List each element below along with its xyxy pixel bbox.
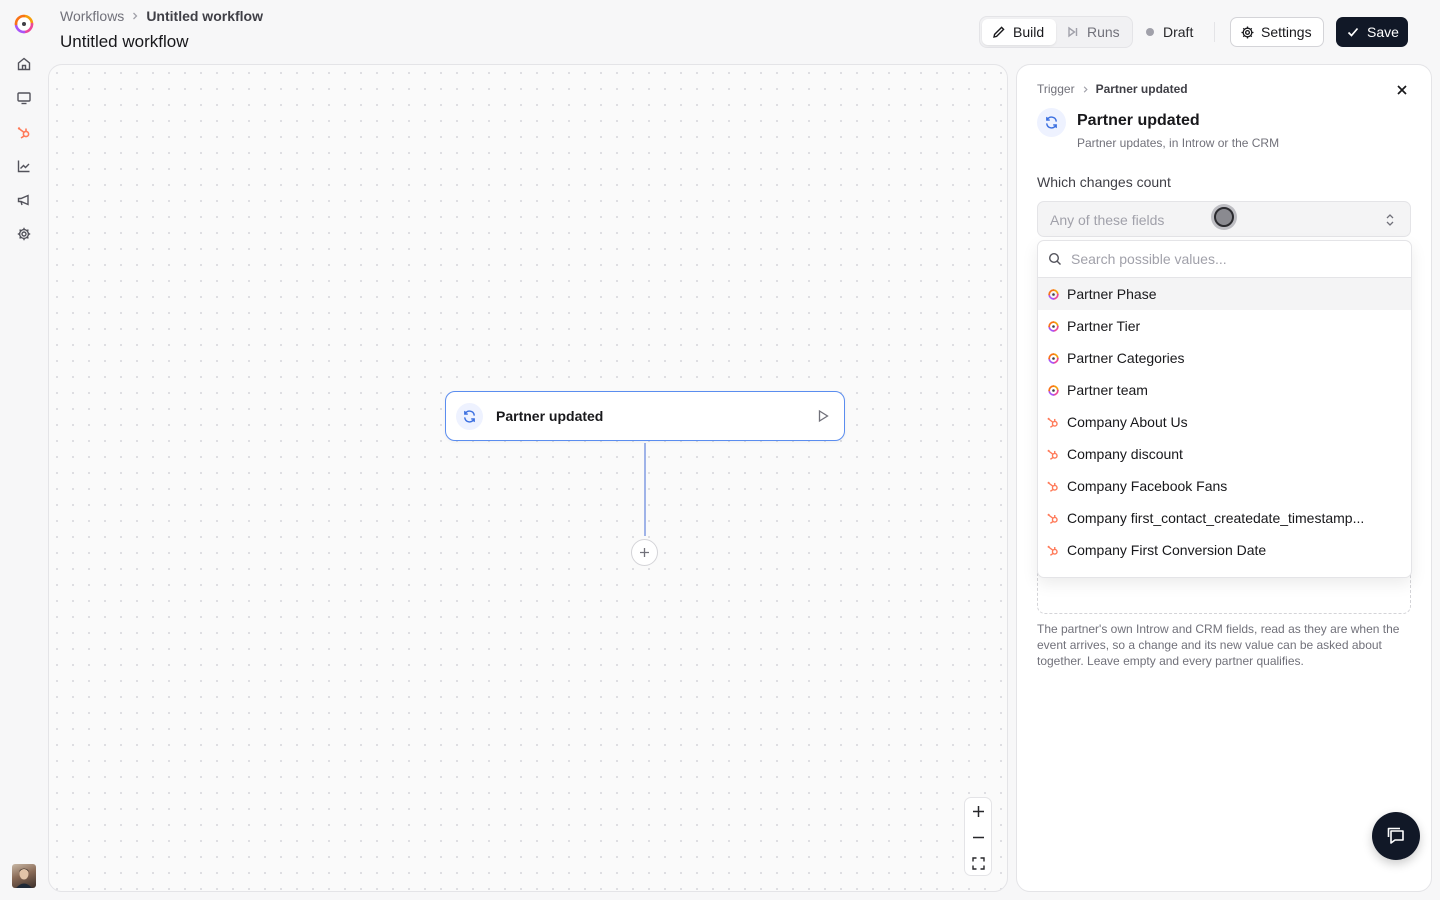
introw-logo-icon xyxy=(1046,351,1060,365)
dropdown-option[interactable]: Company first_contact_createdate_timesta… xyxy=(1038,502,1411,534)
field-label: Which changes count xyxy=(1037,174,1171,190)
save-button[interactable]: Save xyxy=(1336,17,1408,47)
gear-icon[interactable] xyxy=(16,226,32,242)
trigger-node-label: Partner updated xyxy=(496,408,604,424)
app-logo[interactable] xyxy=(12,12,36,36)
page-title[interactable]: Untitled workflow xyxy=(60,32,189,52)
check-icon xyxy=(1346,25,1360,39)
toolbar-divider xyxy=(1214,22,1215,42)
node-connector xyxy=(644,443,646,536)
fields-select-placeholder: Any of these fields xyxy=(1050,212,1165,228)
help-text: The partner's own Introw and CRM fields,… xyxy=(1037,622,1400,668)
status-badge: Draft xyxy=(1146,24,1193,40)
hubspot-icon xyxy=(1046,447,1060,461)
chat-button[interactable] xyxy=(1372,812,1420,860)
panel-title: Partner updated xyxy=(1077,112,1200,129)
dropdown-option[interactable]: Partner Tier xyxy=(1038,310,1411,342)
zoom-controls xyxy=(964,797,992,876)
panel-breadcrumb-trigger[interactable]: Trigger xyxy=(1037,82,1075,96)
step-forward-icon xyxy=(1066,25,1080,39)
breadcrumb-workflows[interactable]: Workflows xyxy=(60,8,124,24)
dropdown-option[interactable]: Company Facebook Fans xyxy=(1038,470,1411,502)
user-avatar[interactable] xyxy=(12,864,36,888)
introw-logo-icon xyxy=(1046,319,1060,333)
dropdown-option-label: Company discount xyxy=(1067,446,1183,462)
dropdown-option-label: Partner Phase xyxy=(1067,286,1157,302)
settings-button[interactable]: Settings xyxy=(1230,17,1324,47)
dropdown-option-label: Company First Conversion Date xyxy=(1067,542,1267,558)
dropdown-option[interactable]: Company First Conversion xyxy=(1038,566,1411,577)
settings-label: Settings xyxy=(1261,24,1312,40)
chat-icon xyxy=(1385,825,1407,847)
dropdown-option-label: Company Facebook Fans xyxy=(1067,478,1228,494)
hubspot-icon xyxy=(1046,575,1060,577)
fit-view-button[interactable] xyxy=(965,850,991,876)
left-rail xyxy=(0,0,48,900)
introw-logo-icon xyxy=(1046,383,1060,397)
hubspot-icon[interactable] xyxy=(16,124,32,140)
panel-breadcrumb-current: Partner updated xyxy=(1095,82,1188,96)
tab-build[interactable]: Build xyxy=(982,19,1056,45)
dropdown-option[interactable]: Partner team xyxy=(1038,374,1411,406)
dropdown-option-label: Partner team xyxy=(1067,382,1148,398)
dropdown-option-label: Partner Categories xyxy=(1067,350,1185,366)
hubspot-icon xyxy=(1046,415,1060,429)
zoom-out-button[interactable] xyxy=(965,824,991,850)
workflow-canvas[interactable]: Partner updated xyxy=(48,64,1008,892)
pointer-cursor-icon xyxy=(1211,204,1237,230)
monitor-icon[interactable] xyxy=(16,90,32,106)
hubspot-icon xyxy=(1046,479,1060,493)
dropdown-option-label: Company First Conversion xyxy=(1067,574,1233,577)
dropdown-option[interactable]: Company First Conversion Date xyxy=(1038,534,1411,566)
status-dot-icon xyxy=(1146,28,1154,36)
dropdown-option-label: Company About Us xyxy=(1067,414,1188,430)
play-icon[interactable] xyxy=(816,409,830,423)
refresh-icon xyxy=(1037,108,1066,137)
breadcrumb: Workflows Untitled workflow xyxy=(60,8,263,24)
search-input[interactable] xyxy=(1071,251,1391,267)
tab-runs[interactable]: Runs xyxy=(1066,19,1120,45)
trigger-node[interactable]: Partner updated xyxy=(445,391,845,441)
search-icon xyxy=(1048,252,1062,266)
chart-icon[interactable] xyxy=(16,158,32,174)
introw-logo-icon xyxy=(1046,287,1060,301)
dropdown-option[interactable]: Company discount xyxy=(1038,438,1411,470)
hubspot-icon xyxy=(1046,543,1060,557)
tab-build-label: Build xyxy=(1013,24,1045,40)
breadcrumb-current: Untitled workflow xyxy=(146,8,263,24)
pencil-icon xyxy=(992,25,1006,39)
save-label: Save xyxy=(1367,24,1399,40)
dropdown-option-label: Partner Tier xyxy=(1067,318,1141,334)
refresh-icon xyxy=(456,403,483,430)
panel-breadcrumb: Trigger Partner updated xyxy=(1037,82,1188,96)
tab-runs-label: Runs xyxy=(1087,24,1120,40)
close-icon[interactable] xyxy=(1395,83,1409,97)
dropdown-option[interactable]: Partner Categories xyxy=(1038,342,1411,374)
fields-dropdown: Partner Phase Partner Tier Partner Categor… xyxy=(1037,240,1412,578)
chevron-up-down-icon xyxy=(1384,213,1396,227)
hubspot-icon xyxy=(1046,511,1060,525)
dropdown-option-label: Company first_contact_createdate_timesta… xyxy=(1067,510,1365,526)
zoom-in-button[interactable] xyxy=(965,798,991,824)
add-step-button[interactable] xyxy=(631,539,658,566)
view-toggle: Build Runs xyxy=(979,16,1133,48)
option-list: Partner Phase Partner Tier Partner Categor… xyxy=(1038,278,1411,577)
chevron-right-icon xyxy=(1081,85,1090,94)
dropdown-option[interactable]: Partner Phase xyxy=(1038,278,1411,310)
gear-icon xyxy=(1240,25,1255,40)
megaphone-icon[interactable] xyxy=(16,192,32,208)
dropdown-option[interactable]: Company About Us xyxy=(1038,406,1411,438)
home-icon[interactable] xyxy=(16,56,32,72)
status-label: Draft xyxy=(1163,24,1194,40)
panel-subtitle: Partner updates, in Introw or the CRM xyxy=(1077,136,1280,150)
dropdown-search xyxy=(1038,241,1411,278)
chevron-right-icon xyxy=(130,11,140,21)
